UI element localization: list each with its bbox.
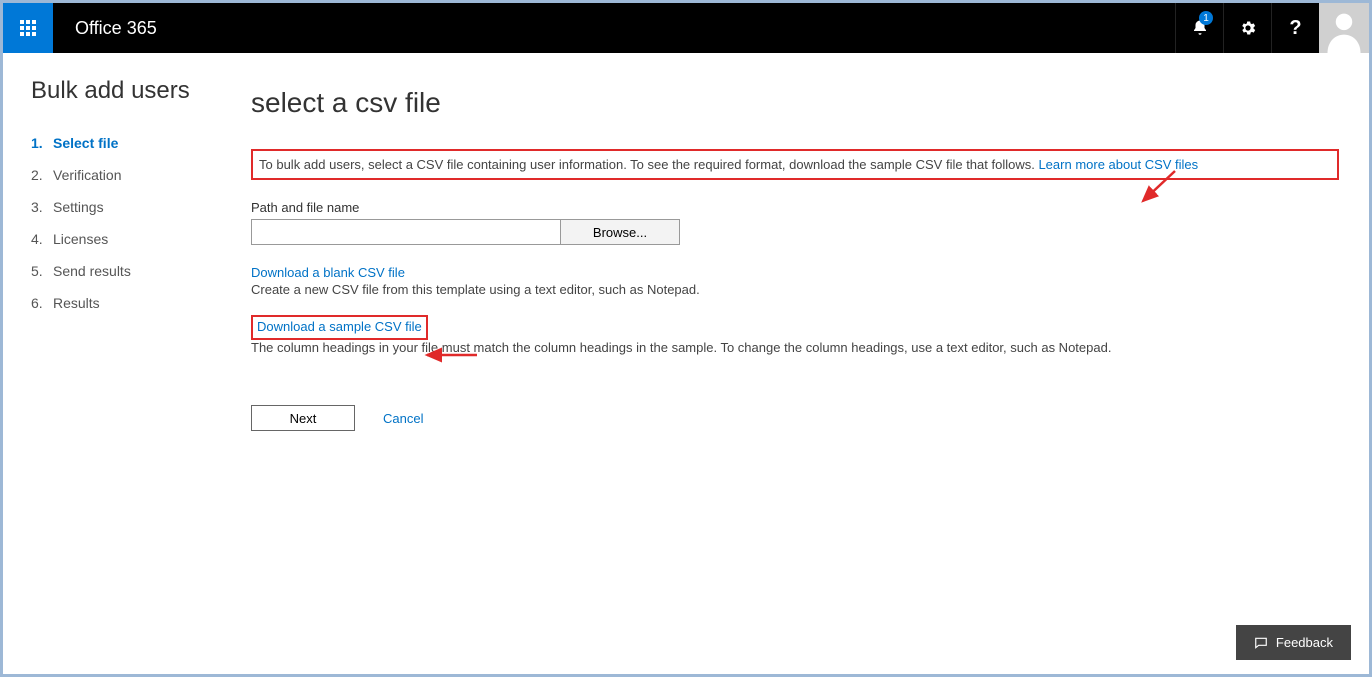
download-blank-desc: Create a new CSV file from this template… (251, 282, 1339, 297)
notification-badge: 1 (1199, 11, 1213, 25)
brand-title: Office 365 (53, 3, 1175, 53)
feedback-button[interactable]: Feedback (1236, 625, 1351, 660)
step-licenses[interactable]: 4.Licenses (31, 223, 251, 255)
download-sample-desc: The column headings in your file must ma… (251, 340, 1339, 355)
avatar-icon (1325, 9, 1363, 53)
step-select-file[interactable]: 1.Select file (31, 127, 251, 159)
page-title: Bulk add users (31, 77, 251, 105)
help-button[interactable]: ? (1271, 3, 1319, 53)
wizard-steps: 1.Select file 2.Verification 3.Settings … (31, 127, 251, 319)
user-avatar[interactable] (1319, 3, 1369, 53)
topbar: Office 365 1 ? (3, 3, 1369, 53)
button-row: Next Cancel (251, 405, 1339, 431)
path-label: Path and file name (251, 200, 1339, 215)
waffle-icon (20, 20, 36, 36)
file-row: Browse... (251, 219, 1339, 245)
download-sample-highlight: Download a sample CSV file (251, 315, 428, 340)
next-button[interactable]: Next (251, 405, 355, 431)
notifications-button[interactable]: 1 (1175, 3, 1223, 53)
help-icon: ? (1289, 17, 1301, 40)
browse-button[interactable]: Browse... (560, 219, 680, 245)
file-path-input[interactable] (251, 219, 561, 245)
step-send-results[interactable]: 5.Send results (31, 255, 251, 287)
learn-more-link[interactable]: Learn more about CSV files (1038, 157, 1198, 172)
top-actions: 1 ? (1175, 3, 1369, 53)
intro-callout: To bulk add users, select a CSV file con… (251, 149, 1339, 180)
cancel-link[interactable]: Cancel (383, 411, 423, 426)
download-blank-link[interactable]: Download a blank CSV file (251, 265, 405, 280)
app-launcher-button[interactable] (3, 3, 53, 53)
main-content: select a csv file To bulk add users, sel… (251, 77, 1369, 431)
step-settings[interactable]: 3.Settings (31, 191, 251, 223)
download-blank-block: Download a blank CSV file Create a new C… (251, 265, 1339, 297)
gear-icon (1239, 19, 1257, 37)
step-verification[interactable]: 2.Verification (31, 159, 251, 191)
wizard-sidebar: Bulk add users 1.Select file 2.Verificat… (31, 77, 251, 431)
main-heading: select a csv file (251, 87, 1339, 119)
step-results[interactable]: 6.Results (31, 287, 251, 319)
download-sample-block: Download a sample CSV file The column he… (251, 315, 1339, 355)
settings-button[interactable] (1223, 3, 1271, 53)
chat-icon (1254, 636, 1268, 650)
download-sample-link[interactable]: Download a sample CSV file (257, 319, 422, 334)
intro-text: To bulk add users, select a CSV file con… (259, 157, 1038, 172)
